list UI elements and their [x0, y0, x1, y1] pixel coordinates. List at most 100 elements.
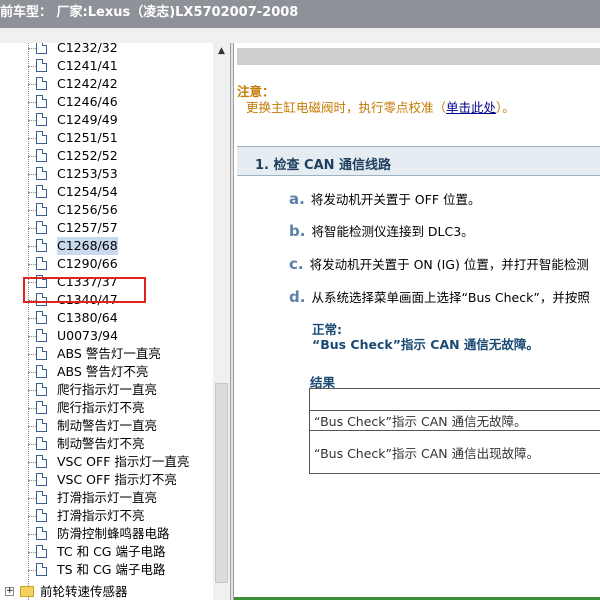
document-icon [36, 419, 47, 432]
step-text: 从系统选择菜单画面上选择“Bus Check”，并按照 [311, 290, 590, 305]
tree-branch-line [28, 552, 36, 553]
document-icon [36, 149, 47, 162]
tree-item-label: C1232/32 [57, 43, 118, 55]
tree-branch-line [28, 192, 36, 193]
tree-branch-line [28, 120, 36, 121]
tree-branch-line [28, 534, 36, 535]
tree-branch-line [28, 156, 36, 157]
tree-item-label: ABS 警告灯不亮 [57, 364, 149, 379]
step-letter: d. [289, 288, 306, 306]
note-text-suffix: ）。 [496, 100, 515, 115]
tree-item-label: C1246/46 [57, 94, 118, 109]
toolbar-strip [0, 28, 600, 43]
document-icon [36, 113, 47, 126]
tree-branch-line [28, 354, 36, 355]
tree-branch-line [28, 462, 36, 463]
table-row: “Bus Check”指示 CAN 通信无故障。 [309, 410, 600, 431]
window-title-bar: 前车型： 厂家:Lexus（凌志)LX5702007-2008 [0, 0, 600, 28]
step-item-b: b. 将智能检测仪连接到 DLC3。 [289, 221, 474, 240]
tree-branch-line [28, 390, 36, 391]
step-title: 1. 检查 CAN 通信线路 [255, 158, 392, 173]
tree-item-label: C1290/66 [57, 256, 118, 271]
document-icon [36, 527, 47, 540]
step-text: 将发动机开关置于 OFF 位置。 [310, 192, 481, 207]
document-icon [36, 239, 47, 252]
tree-item-label: 防滑控制蜂鸣器电路 [57, 526, 170, 541]
document-icon [36, 437, 47, 450]
scroll-thumb[interactable] [215, 383, 228, 583]
tree-item-label: C1251/51 [57, 130, 118, 145]
tree-branch-line [28, 210, 36, 211]
tree-item-label: U0073/94 [57, 328, 119, 343]
document-icon [36, 43, 47, 54]
expand-icon[interactable]: + [5, 587, 14, 596]
document-icon [36, 455, 47, 468]
document-icon [36, 383, 47, 396]
document-icon [36, 203, 47, 216]
document-icon [36, 509, 47, 522]
table-cell: “Bus Check”指示 CAN 通信出现故障。 [309, 430, 600, 474]
tree-item-label: 爬行指示灯一直亮 [57, 382, 158, 397]
document-icon [36, 59, 47, 72]
tree-branch-line [28, 336, 36, 337]
tree-item-label: C1253/53 [57, 166, 118, 181]
note-text: 更换主缸电磁阀时，执行零点校准（单击此处）。 [246, 97, 515, 116]
document-icon [36, 473, 47, 486]
tree-branch-line [28, 480, 36, 481]
tree-item-label: 打滑指示灯一直亮 [57, 490, 158, 505]
document-icon [36, 257, 47, 270]
step-heading-box: 1. 检查 CAN 通信线路 [237, 146, 600, 176]
document-icon [36, 563, 47, 576]
tree-branch-line [28, 426, 36, 427]
tree-item-label: C1252/52 [57, 148, 118, 163]
normal-description: “Bus Check”指示 CAN 通信无故障。 [312, 337, 539, 352]
tree-item-label: 爬行指示灯不亮 [57, 400, 145, 415]
table-row: “Bus Check”指示 CAN 通信出现故障。 [309, 430, 600, 474]
folder-icon [20, 586, 34, 597]
step-item-c: c. 将发动机开关置于 ON (IG) 位置，并打开智能检测 [289, 254, 589, 273]
tree-item-label: VSC OFF 指示灯不亮 [57, 472, 177, 487]
document-icon [36, 95, 47, 108]
highlight-box [23, 277, 146, 303]
tree-branch-line [28, 372, 36, 373]
tree-item-label: C1380/64 [57, 310, 118, 325]
step-text: 将发动机开关置于 ON (IG) 位置，并打开智能检测 [309, 257, 589, 272]
tree-branch-line [28, 228, 36, 229]
tree-item-label: C1257/57 [57, 220, 118, 235]
table-cell [309, 388, 600, 411]
tree-item-label: C1242/42 [57, 76, 118, 91]
tree-branch-line [28, 246, 36, 247]
content-pane: 注意： 更换主缸电磁阀时，执行零点校准（单击此处）。 1. 检查 CAN 通信线… [234, 43, 600, 600]
document-icon [36, 401, 47, 414]
tree-branch-line [28, 174, 36, 175]
tree-branch-line [28, 264, 36, 265]
document-icon [36, 185, 47, 198]
click-here-link[interactable]: 单击此处 [446, 100, 496, 115]
tree-item-label: C1254/54 [57, 184, 118, 199]
tree-item-label: TC 和 CG 端子电路 [57, 544, 166, 559]
tree-item-label: C1268/68 [57, 237, 118, 255]
window-title: 前车型： 厂家:Lexus（凌志)LX5702007-2008 [0, 5, 299, 20]
document-icon [36, 347, 47, 360]
tree-branch-line [28, 570, 36, 571]
document-icon [36, 311, 47, 324]
tree-item-label: VSC OFF 指示灯一直亮 [57, 454, 190, 469]
tree-branch-line [28, 498, 36, 499]
step-item-d: d. 从系统选择菜单画面上选择“Bus Check”，并按照 [289, 287, 590, 306]
tree-branch-line [28, 84, 36, 85]
step-text: 将智能检测仪连接到 DLC3。 [311, 224, 474, 239]
document-icon [36, 545, 47, 558]
tree-scrollbar[interactable]: ▲ [213, 43, 230, 600]
tree-branch-line [28, 444, 36, 445]
step-letter: b. [289, 222, 306, 240]
tree-item-label: TS 和 CG 端子电路 [57, 562, 166, 577]
document-icon [36, 131, 47, 144]
tree-branch-line [28, 48, 36, 49]
tree-item-label: C1241/41 [57, 58, 118, 73]
tree-branch-line [28, 516, 36, 517]
document-icon [36, 167, 47, 180]
tree-item-label: ABS 警告灯一直亮 [57, 346, 161, 361]
document-icon [36, 77, 47, 90]
tree-branch-line [28, 138, 36, 139]
scroll-up-icon[interactable]: ▲ [213, 43, 230, 60]
